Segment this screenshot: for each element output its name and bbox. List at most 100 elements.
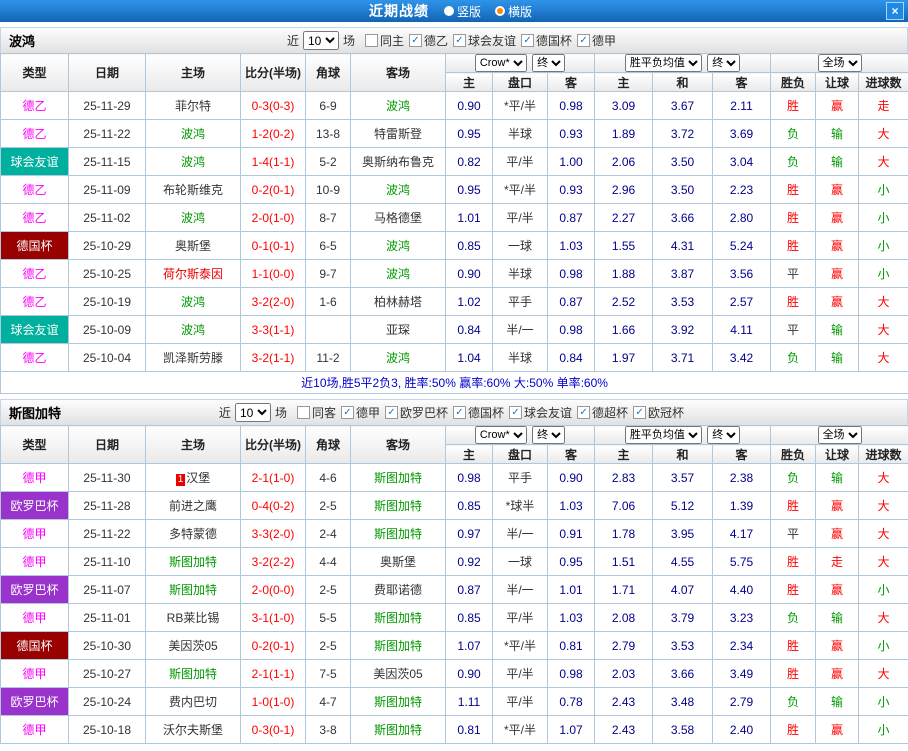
games-label: 场: [274, 406, 287, 420]
europe-final-select[interactable]: 终: [707, 54, 741, 72]
league-filter-list: 同主 ✓ 德乙 ✓ 球会友谊 ✓ 德国杯 ✓ 德甲: [364, 32, 621, 49]
filter-checkbox[interactable]: ✓ 欧冠杯: [633, 404, 684, 421]
europe-draw-odds-cell: 3.48: [652, 687, 714, 716]
asian-home-odds-cell: 0.87: [445, 575, 493, 604]
filter-checkbox[interactable]: ✓ 德甲: [577, 32, 616, 49]
checkbox-checked-icon[interactable]: ✓: [521, 34, 535, 47]
handicap-result-cell: 赢: [815, 715, 860, 744]
date-cell: 25-11-15: [68, 147, 146, 176]
away-team-cell: 亚琛: [350, 315, 446, 344]
filter-checkbox[interactable]: ✓ 欧罗巴杯: [384, 404, 448, 421]
score-cell: 1-2(0-2): [240, 119, 306, 148]
europe-away-odds-cell: 3.23: [712, 603, 772, 632]
europe-odds-group: 胜平负均值 终: [594, 53, 772, 73]
europe-draw-odds-cell: 3.66: [652, 659, 714, 688]
home-team-cell: 多特蒙德: [145, 519, 241, 548]
match-count-select[interactable]: 10: [302, 31, 339, 50]
result-cell: 胜: [770, 91, 817, 120]
away-team-cell: 波鸿: [350, 343, 446, 372]
filter-checkbox[interactable]: ✓ 德甲: [340, 404, 380, 421]
checkbox-label: 同客: [311, 406, 336, 420]
filter-checkbox[interactable]: ✓ 德国杯: [453, 404, 504, 421]
checkbox-label: 德甲: [355, 406, 380, 420]
checkbox-checked-icon[interactable]: ✓: [453, 406, 466, 419]
scope-select[interactable]: 全场: [817, 426, 862, 444]
away-team-cell: 斯图加特: [350, 463, 446, 492]
filter-checkbox[interactable]: ✓ 德国杯: [521, 32, 572, 49]
corner-cell: 8-7: [305, 203, 351, 232]
goals-result-cell: 大: [858, 343, 908, 372]
odds-company-select[interactable]: Crow*: [474, 426, 527, 444]
checkbox-checked-icon[interactable]: ✓: [384, 406, 398, 419]
checkbox-unchecked-icon[interactable]: [296, 406, 310, 419]
europe-final-select[interactable]: 终: [707, 426, 741, 444]
checkbox-checked-icon[interactable]: ✓: [633, 406, 647, 419]
handicap-cell: 平手: [492, 287, 548, 316]
filter-checkbox[interactable]: 同主: [364, 32, 404, 49]
col-result: 胜负: [770, 72, 817, 92]
home-team-cell: 1 汉堡: [145, 463, 241, 492]
asian-home-odds-cell: 0.85: [445, 603, 493, 632]
col-away: 客场: [350, 425, 446, 464]
checkbox-checked-icon[interactable]: ✓: [340, 406, 354, 419]
filter-checkbox[interactable]: ✓ 球会友谊: [453, 32, 516, 49]
corner-cell: 4-4: [305, 547, 351, 576]
goals-result-cell: 小: [858, 631, 908, 660]
filter-checkbox[interactable]: 同客: [296, 404, 336, 421]
asian-away-odds-cell: 0.91: [546, 519, 596, 548]
col-result: 胜负: [770, 444, 817, 464]
handicap-cell: *平/半: [492, 175, 548, 204]
europe-away-odds-cell: 2.34: [712, 631, 772, 660]
handicap-result-cell: 赢: [815, 491, 860, 520]
col-europe-home: 主: [594, 444, 654, 464]
filter-checkbox[interactable]: ✓ 球会友谊: [509, 404, 572, 421]
vertical-layout-radio[interactable]: 竖版: [443, 3, 481, 20]
match-count-select[interactable]: 10: [234, 403, 271, 422]
matches-table: 类型 日期 主场 比分(半场) 角球 客场 Crow* 终 胜平负均值 终 全场: [0, 53, 908, 394]
europe-draw-odds-cell: 3.72: [652, 119, 714, 148]
horizontal-layout-radio[interactable]: 横版: [495, 3, 532, 20]
result-cell: 负: [770, 463, 817, 492]
checkbox-label: 德国杯: [536, 34, 573, 48]
league-cell: 德乙: [0, 287, 69, 316]
home-team-cell: 布轮斯维克: [145, 175, 241, 204]
date-cell: 25-10-29: [68, 231, 146, 260]
scope-select[interactable]: 全场: [817, 54, 862, 72]
date-cell: 25-10-09: [68, 315, 146, 344]
match-row: 球会友谊 25-11-15 波鸿 1-4(1-1) 5-2 奥斯纳布鲁克 0.82 平/半 1.…: [0, 147, 908, 176]
handicap-cell: 平/半: [492, 147, 548, 176]
europe-home-odds-cell: 2.96: [594, 175, 654, 204]
league-cell: 球会友谊: [0, 147, 69, 176]
corner-cell: 1-6: [305, 287, 351, 316]
titlebar: 近期战绩 竖版 横版 ×: [0, 0, 908, 22]
checkbox-checked-icon[interactable]: ✓: [509, 406, 523, 419]
filter-checkbox[interactable]: ✓ 德乙: [408, 32, 448, 49]
europe-away-odds-cell: 5.24: [712, 231, 772, 260]
europe-home-odds-cell: 1.97: [594, 343, 654, 372]
odds-final-select[interactable]: 终: [532, 54, 566, 72]
col-odds-away: 客: [546, 72, 596, 92]
europe-odds-select[interactable]: 胜平负均值: [624, 54, 702, 72]
checkbox-checked-icon[interactable]: ✓: [577, 34, 591, 47]
score-cell: 3-1(1-0): [240, 603, 306, 632]
handicap-result-cell: 赢: [815, 91, 860, 120]
handicap-result-cell: 输: [815, 687, 860, 716]
checkbox-checked-icon[interactable]: ✓: [408, 34, 422, 47]
checkbox-label: 球会友谊: [468, 34, 517, 48]
date-cell: 25-11-09: [68, 175, 146, 204]
europe-home-odds-cell: 2.83: [594, 463, 654, 492]
checkbox-checked-icon[interactable]: ✓: [577, 406, 591, 419]
handicap-result-cell: 赢: [815, 175, 860, 204]
checkbox-unchecked-icon[interactable]: [364, 34, 378, 47]
checkbox-checked-icon[interactable]: ✓: [453, 34, 466, 47]
odds-final-select[interactable]: 终: [532, 426, 566, 444]
col-type: 类型: [0, 53, 69, 92]
date-cell: 25-11-01: [68, 603, 146, 632]
odds-company-select[interactable]: Crow*: [474, 54, 527, 72]
europe-odds-select[interactable]: 胜平负均值: [624, 426, 702, 444]
filter-checkbox[interactable]: ✓ 德超杯: [577, 404, 628, 421]
europe-away-odds-cell: 4.40: [712, 575, 772, 604]
date-cell: 25-10-19: [68, 287, 146, 316]
close-button[interactable]: ×: [886, 2, 904, 20]
col-goals: 进球数: [858, 72, 908, 92]
